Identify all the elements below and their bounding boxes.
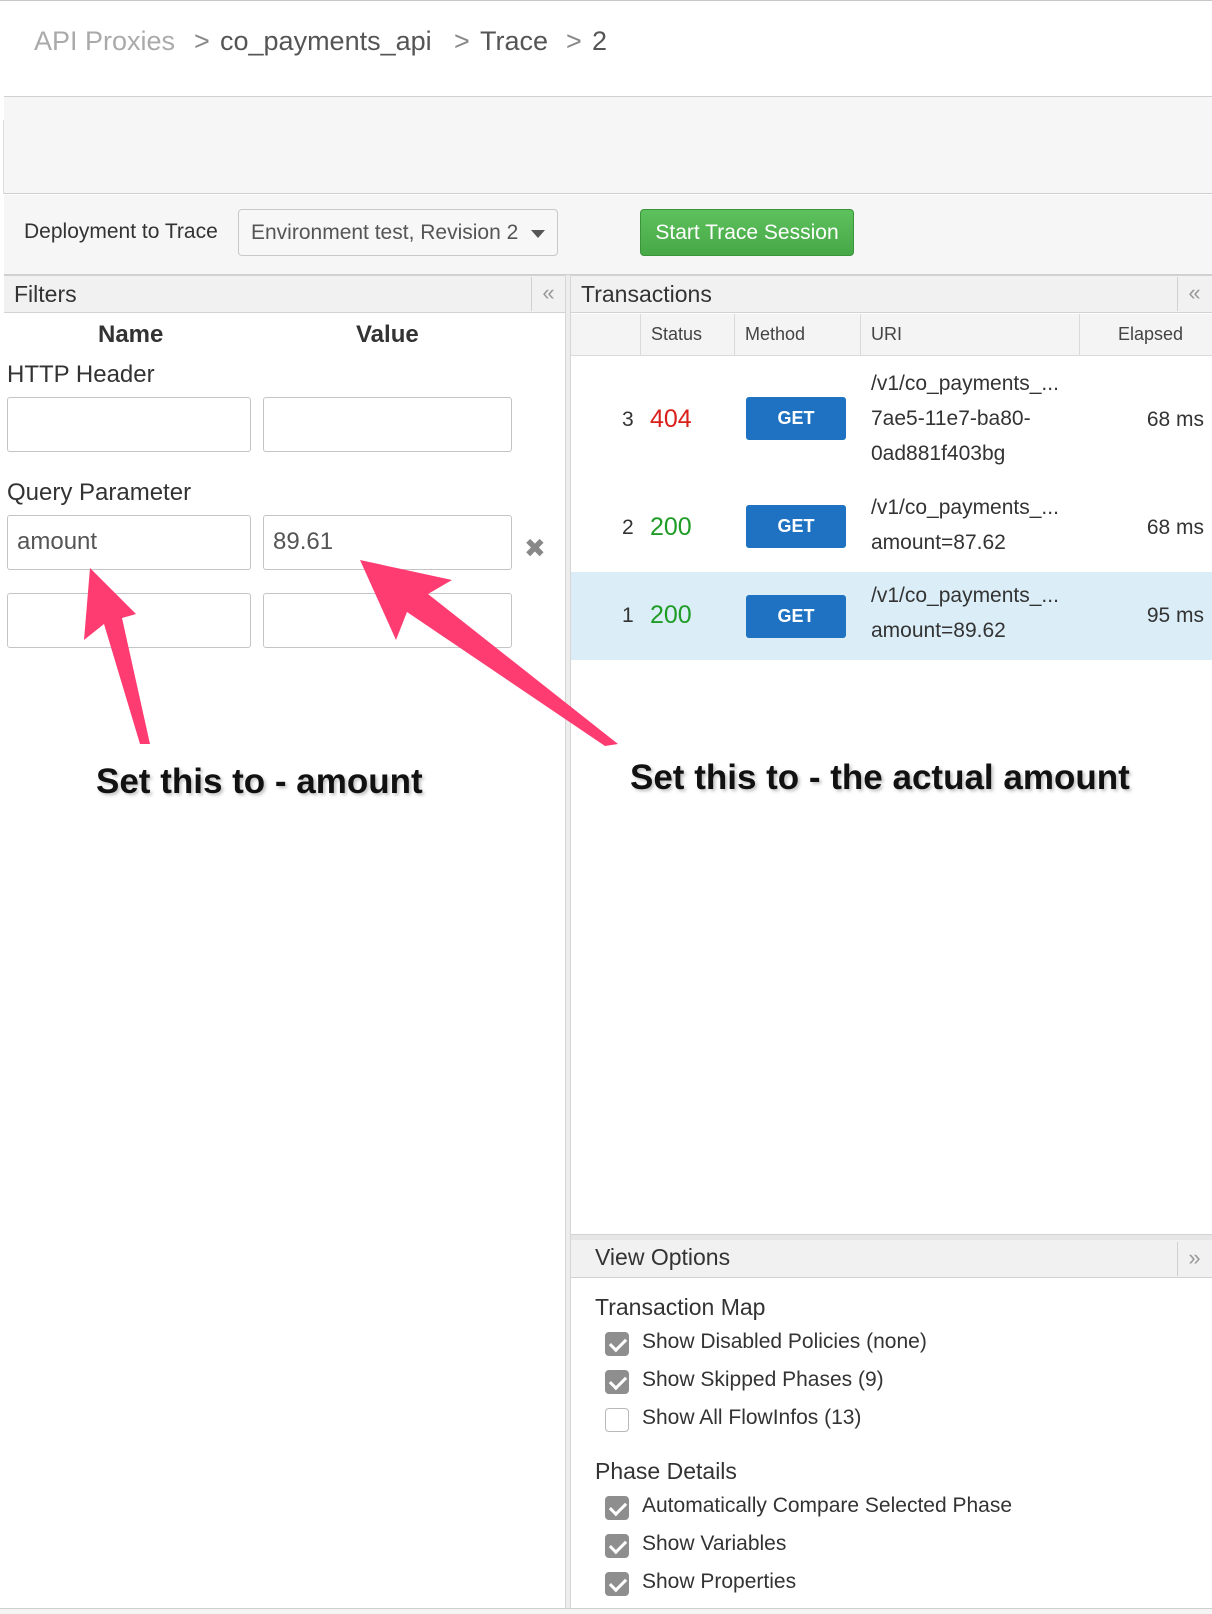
breadcrumb-separator: > [454,26,470,56]
top-border [0,0,1212,4]
row-number: 3 [622,408,634,431]
http-header-name-input[interactable] [7,397,251,452]
transactions-table-header: Status Method URI Elapsed [571,314,1212,356]
option-label: Show All FlowInfos (13) [642,1406,862,1429]
chevron-down-icon [531,230,545,238]
checkbox-unchecked[interactable] [605,1408,629,1432]
breadcrumb-separator: > [194,26,210,56]
status-code: 200 [650,601,692,629]
breadcrumb-trace[interactable]: Trace [480,26,548,57]
uri-line: 0ad881f403bg [871,442,1006,465]
transactions-title: Transactions [581,281,712,307]
breadcrumb-proxy[interactable]: co_payments_api [220,26,432,57]
uri-line: amount=87.62 [871,531,1006,554]
option-label: Show Properties [642,1570,797,1593]
transaction-row[interactable]: 2 200 GET /v1/co_payments_... amount=87.… [571,486,1212,572]
value-column-header: Value [356,321,419,348]
query-parameter-label: Query Parameter [7,479,192,506]
deployment-select[interactable]: Environment test, Revision 2 [238,209,558,256]
deployment-label: Deployment to Trace [24,220,218,243]
filters-header [4,275,565,313]
row-number: 2 [622,516,634,539]
checkbox-checked[interactable] [605,1332,629,1356]
query-param-name-input[interactable]: amount [7,515,251,570]
header-band-edge [0,120,4,194]
uri-line: /v1/co_payments_... [871,496,1059,519]
collapse-filters-icon[interactable]: « [531,277,565,311]
transaction-map-heading: Transaction Map [595,1294,766,1320]
uri-line: /v1/co_payments_... [871,372,1059,395]
column-header-status[interactable]: Status [640,314,734,356]
column-header-elapsed[interactable]: Elapsed [1079,314,1212,356]
checkbox-checked[interactable] [605,1496,629,1520]
breadcrumb-separator: > [566,26,582,56]
status-code: 200 [650,513,692,541]
http-header-value-input[interactable] [263,397,512,452]
uri-line: 7ae5-11e7-ba80- [871,407,1031,430]
row-number: 1 [622,604,634,627]
elapsed-time: 68 ms [1146,408,1204,431]
transaction-row[interactable]: 3 404 GET /v1/co_payments_... 7ae5-11e7-… [571,356,1212,486]
column-header-method[interactable]: Method [734,314,860,356]
checkbox-checked[interactable] [605,1534,629,1558]
checkbox-checked[interactable] [605,1572,629,1596]
uri-line: /v1/co_payments_... [871,584,1059,607]
checkbox-checked[interactable] [605,1370,629,1394]
option-label: Show Skipped Phases (9) [642,1368,884,1391]
name-column-header: Name [98,321,164,348]
header-band [4,96,1212,194]
filters-title: Filters [14,281,77,307]
option-label: Show Variables [642,1532,787,1555]
phase-details-heading: Phase Details [595,1458,737,1484]
view-options-title: View Options [595,1244,731,1270]
collapse-transactions-icon[interactable]: « [1177,277,1211,311]
query-param-value-input-empty[interactable] [263,593,512,648]
status-code: 404 [650,405,692,433]
bottom-border [0,1608,1212,1614]
elapsed-time: 95 ms [1146,604,1204,627]
breadcrumb-api-proxies[interactable]: API Proxies [34,26,175,57]
remove-filter-icon[interactable]: ✖ [524,533,546,564]
method-badge[interactable]: GET [746,595,846,638]
elapsed-time: 68 ms [1146,516,1204,539]
transaction-row-selected[interactable]: 1 200 GET /v1/co_payments_... amount=89.… [571,572,1212,660]
method-badge[interactable]: GET [746,505,846,548]
http-header-label: HTTP Header [7,361,155,388]
deployment-select-value: Environment test, Revision 2 [251,221,519,244]
annotation-left: Set this to - amount [96,762,423,801]
annotation-right: Set this to - the actual amount [630,758,1130,797]
start-trace-session-button[interactable]: Start Trace Session [640,209,854,256]
method-badge[interactable]: GET [746,397,846,440]
option-label: Show Disabled Policies (none) [642,1330,927,1353]
option-label: Automatically Compare Selected Phase [642,1494,1013,1517]
breadcrumb-revision: 2 [592,26,608,56]
uri-line: amount=89.62 [871,619,1006,642]
query-param-name-input-empty[interactable] [7,593,251,648]
expand-view-options-icon[interactable]: » [1177,1242,1211,1276]
column-header-uri[interactable]: URI [860,314,1079,356]
query-param-value-input[interactable]: 89.61 [263,515,512,570]
